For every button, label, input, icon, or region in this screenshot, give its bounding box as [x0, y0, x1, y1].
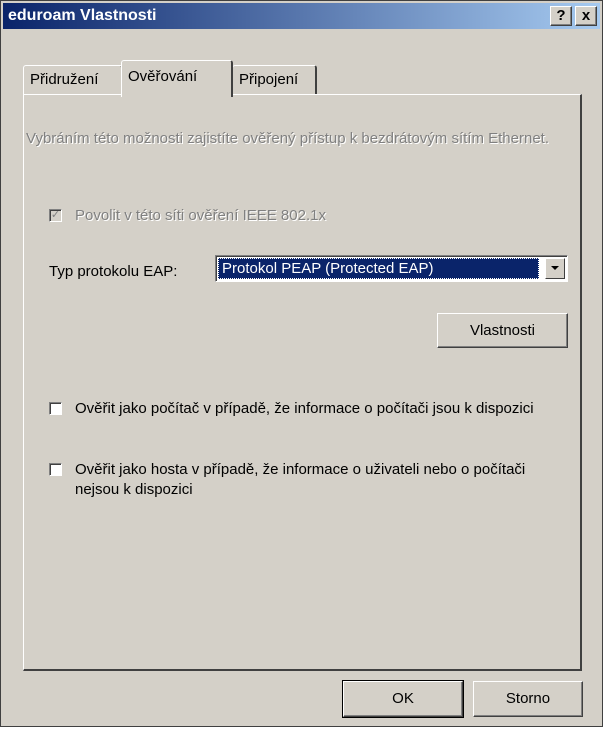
properties-dialog: eduroam Vlastnosti ? x Přidružení Ověřov… [0, 0, 603, 727]
close-button[interactable]: x [575, 6, 597, 26]
tab-association[interactable]: Přidružení [23, 65, 123, 95]
tab-panel [23, 94, 582, 671]
help-button[interactable]: ? [550, 6, 572, 26]
tab-authentication[interactable]: Ověřování [121, 60, 233, 97]
title-bar[interactable]: eduroam Vlastnosti ? x [3, 3, 600, 29]
window-title: eduroam Vlastnosti [8, 7, 157, 24]
ok-button[interactable]: OK [342, 680, 464, 718]
cancel-button[interactable]: Storno [473, 681, 583, 717]
tab-connection[interactable]: Připojení [232, 65, 317, 95]
